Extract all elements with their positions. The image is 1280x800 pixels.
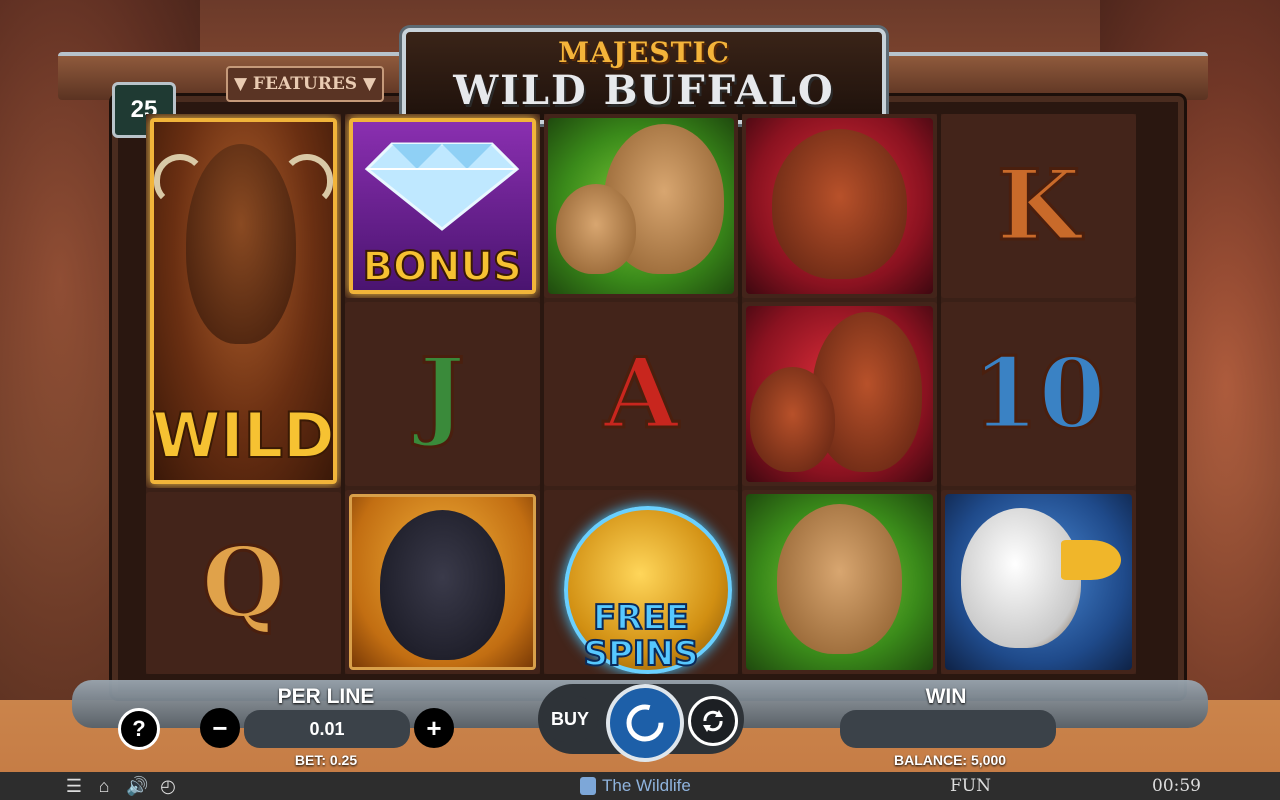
per-line-label: PER LINE	[277, 685, 375, 708]
reel-1: WILD Q	[146, 114, 341, 674]
logo-line1: MAJESTIC	[558, 36, 730, 69]
cougar-icon	[777, 504, 903, 654]
increase-bet-button[interactable]: +	[414, 708, 454, 748]
balance-text: BALANCE: 5,000	[893, 752, 1007, 768]
mode-label: FUN	[950, 776, 991, 796]
win-label: WIN	[925, 685, 967, 708]
reel-4	[742, 114, 938, 674]
logo-line2: WILD BUFFALO	[453, 67, 835, 114]
letter-j-glyph: J	[418, 337, 466, 450]
features-button[interactable]: ▼ FEATURES ▼	[226, 66, 384, 102]
bear-icon	[379, 510, 505, 660]
win-value	[840, 710, 1056, 748]
symbol-bear	[344, 490, 540, 674]
buffalo-horn-right-icon	[280, 154, 333, 206]
menu-icon[interactable]: ☰	[64, 776, 84, 796]
letter-q-glyph: Q	[200, 525, 287, 639]
buffalo-horn-left-icon	[154, 154, 206, 206]
reel-2: BONUS J	[344, 114, 540, 674]
symbol-cougar	[742, 490, 938, 674]
bonus-label: BONUS	[362, 243, 523, 291]
turbo-icon[interactable]: ◴	[158, 776, 178, 796]
reel-5: K 10	[941, 114, 1136, 674]
spin-button[interactable]	[606, 684, 684, 762]
buy-button[interactable]: BUY	[542, 696, 598, 742]
wild-label: WILD	[151, 398, 335, 473]
game-logo: MAJESTIC WILD BUFFALO	[402, 28, 886, 124]
brand-logo-icon	[580, 777, 596, 795]
autoplay-icon	[703, 710, 723, 732]
symbol-wolf-pair	[742, 302, 938, 486]
reel-grid: WILD Q BONUS J A FREE SPINS K 10	[146, 114, 1136, 674]
symbol-letter-a: A	[543, 302, 739, 486]
bottom-bar: ☰ ⌂ 🔊 ◴ The Wildlife FUN 00:59	[0, 772, 1280, 800]
home-icon[interactable]: ⌂	[94, 776, 114, 796]
symbol-free-spins: FREE SPINS	[543, 490, 739, 674]
symbol-wolf	[742, 114, 938, 298]
diamond-icon	[364, 142, 520, 231]
cougar-cub-icon	[555, 184, 636, 274]
wolf-cub-icon	[750, 367, 836, 472]
eagle-beak-icon	[1061, 540, 1122, 580]
symbol-cougar-pair	[543, 114, 739, 298]
bet-text: BET: 0.25	[294, 752, 358, 768]
symbol-letter-q: Q	[146, 491, 341, 674]
symbol-bonus-diamond: BONUS	[344, 114, 540, 298]
decrease-bet-button[interactable]: −	[200, 708, 240, 748]
ten-glyph: 10	[970, 337, 1107, 450]
autoplay-button[interactable]	[688, 696, 738, 746]
symbol-eagle	[941, 490, 1136, 674]
clock: 00:59	[1152, 776, 1201, 796]
brand-name: The Wildlife	[602, 776, 691, 795]
symbol-ten: 10	[941, 302, 1136, 486]
letter-a-glyph: A	[602, 337, 680, 450]
symbol-letter-j: J	[344, 302, 540, 486]
wolf-icon	[772, 129, 908, 279]
sound-icon[interactable]: 🔊	[126, 776, 148, 796]
symbol-wild-buffalo: WILD	[146, 114, 341, 488]
help-button[interactable]: ?	[118, 708, 160, 750]
free-spins-label: FREE SPINS	[582, 598, 699, 674]
spin-icon	[626, 704, 664, 742]
symbol-letter-k: K	[941, 114, 1136, 298]
letter-k-glyph: K	[995, 149, 1081, 262]
reel-3: A FREE SPINS	[543, 114, 739, 674]
per-line-value: 0.01	[244, 710, 410, 748]
